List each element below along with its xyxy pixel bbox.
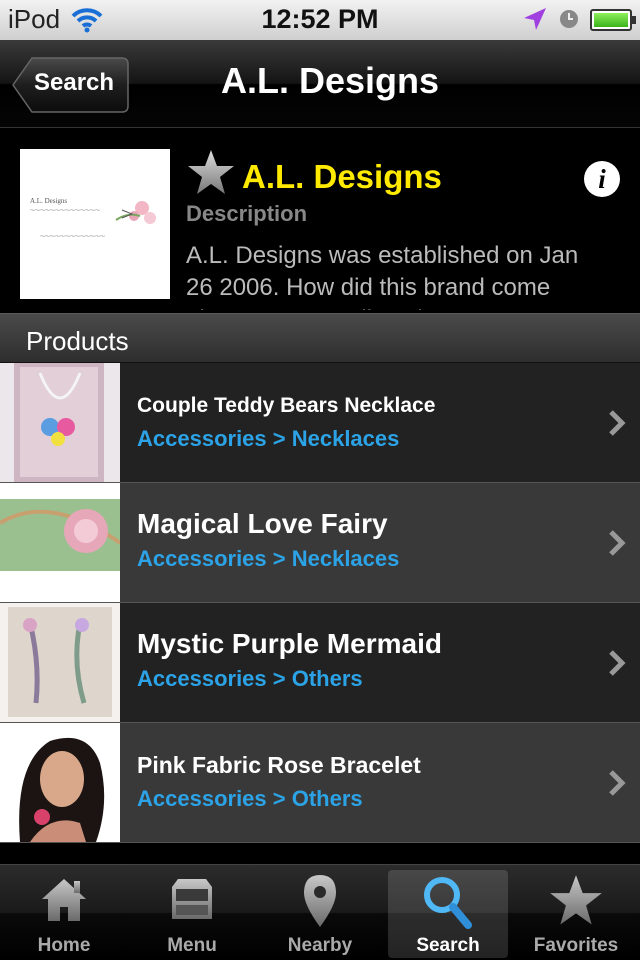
battery-icon xyxy=(590,9,636,31)
product-list: Couple Teddy Bears Necklace Accessories … xyxy=(0,363,640,843)
chevron-right-icon xyxy=(608,769,626,802)
product-name: Magical Love Fairy xyxy=(137,508,388,539)
product-category: Accessories > Others xyxy=(137,666,363,691)
page-title: A.L. Designs xyxy=(220,60,440,101)
tab-menu[interactable]: Menu xyxy=(128,865,256,960)
logo-tagline-line: ～～～～～～～～～～～～～～ xyxy=(30,208,101,214)
product-thumbnail xyxy=(0,603,120,722)
tab-bar: Home Menu Nearby Search Favorites xyxy=(0,864,640,960)
back-button[interactable]: Search xyxy=(12,56,130,114)
star-icon xyxy=(512,873,640,934)
logo-text: A.L. Designs xyxy=(30,197,68,205)
products-section-header: Products xyxy=(0,313,640,363)
info-icon[interactable]: i xyxy=(584,161,620,197)
tab-search[interactable]: Search xyxy=(388,870,508,958)
alarm-clock-icon xyxy=(558,8,580,35)
product-row[interactable]: Pink Fabric Rose Bracelet Accessories > … xyxy=(0,723,640,843)
product-row[interactable]: Mystic Purple Mermaid Accessories > Othe… xyxy=(0,603,640,723)
brand-header: A.L. Designs ～～～～～～～～～～～～～～ ～～～～～～～～～～～～… xyxy=(0,128,640,313)
tab-home[interactable]: Home xyxy=(0,865,128,960)
favorite-star-icon[interactable] xyxy=(186,148,236,203)
product-category: Accessories > Necklaces xyxy=(137,546,400,571)
search-icon xyxy=(388,873,508,938)
products-section-title: Products xyxy=(26,326,129,356)
tab-label: Menu xyxy=(167,935,217,956)
navigation-bar: Search A.L. Designs xyxy=(0,40,640,128)
chevron-right-icon xyxy=(608,409,626,442)
description-label: Description xyxy=(186,201,308,226)
location-arrow-icon xyxy=(522,6,548,37)
product-category: Accessories > Others xyxy=(137,786,363,811)
brand-name: A.L. Designs xyxy=(242,158,442,195)
tab-label: Search xyxy=(416,935,480,956)
tab-nearby[interactable]: Nearby xyxy=(256,865,384,960)
product-thumbnail xyxy=(0,483,120,602)
chevron-right-icon xyxy=(608,649,626,682)
inbox-icon xyxy=(128,873,256,930)
chevron-right-icon xyxy=(608,529,626,562)
description-text: A.L. Designs was established on Jan 26 2… xyxy=(186,242,579,310)
product-thumbnail xyxy=(0,363,120,482)
product-thumbnail xyxy=(0,723,120,842)
product-row[interactable]: Couple Teddy Bears Necklace Accessories … xyxy=(0,363,640,483)
product-category: Accessories > Necklaces xyxy=(137,426,400,451)
product-row[interactable]: Magical Love Fairy Accessories > Necklac… xyxy=(0,483,640,603)
home-icon xyxy=(0,873,128,930)
status-bar: iPod 12:52 PM xyxy=(0,0,640,40)
product-name: Couple Teddy Bears Necklace xyxy=(137,394,436,417)
tab-label: Favorites xyxy=(533,935,619,956)
logo-url-line: ～～～～～～～～～～～～～ xyxy=(40,234,106,240)
brand-logo: A.L. Designs ～～～～～～～～～～～～～～ ～～～～～～～～～～～～… xyxy=(20,149,170,299)
map-pin-icon xyxy=(256,873,384,934)
tab-favorites[interactable]: Favorites xyxy=(512,865,640,960)
back-button-label: Search xyxy=(34,69,115,96)
product-name: Pink Fabric Rose Bracelet xyxy=(137,752,421,778)
tab-label: Nearby xyxy=(287,935,353,956)
tab-label: Home xyxy=(37,935,91,956)
flower-icon xyxy=(115,201,156,224)
product-name: Mystic Purple Mermaid xyxy=(137,628,442,659)
